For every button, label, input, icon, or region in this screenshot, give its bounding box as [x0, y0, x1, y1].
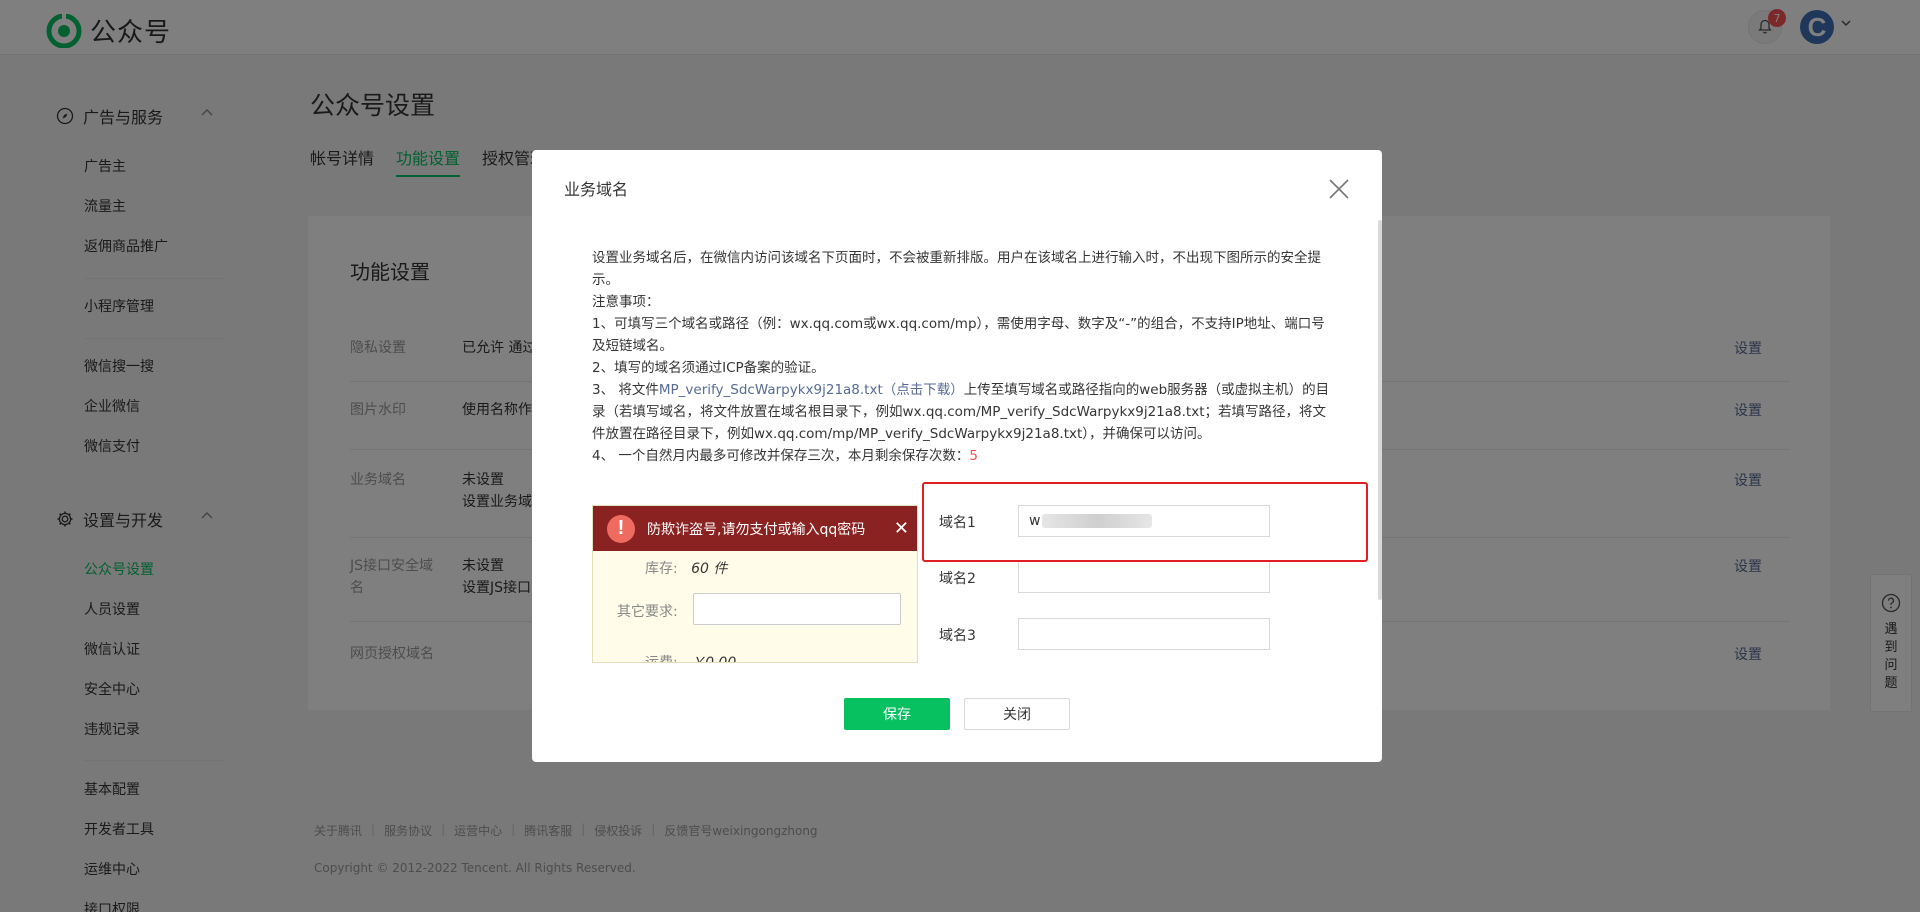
dialog-title: 业务域名: [564, 180, 629, 199]
domain3-label: 域名3: [939, 628, 976, 644]
other-req-field: [693, 593, 901, 625]
notes-heading: 注意事项：: [592, 294, 660, 310]
domain3-input[interactable]: [1018, 618, 1270, 650]
warning-text: 防欺诈盗号,请勿支付或输入qq密码: [647, 521, 866, 538]
warning-banner: ! 防欺诈盗号,请勿支付或输入qq密码 ✕: [593, 506, 917, 551]
close-icon[interactable]: [1326, 176, 1352, 202]
note-3: 3、 将文件MP_verify_SdcWarpykx9j21a8.txt（点击下…: [592, 382, 1330, 442]
domain2-label: 域名2: [939, 571, 976, 587]
shipping-row: 运费: ￥0.00: [645, 655, 737, 663]
dialog-instructions: 设置业务域名后，在微信内访问该域名下页面时，不会被重新排版。用户在该域名上进行输…: [592, 247, 1332, 467]
note-4: 4、 一个自然月内最多可修改并保存三次，本月剩余保存次数：5: [592, 448, 978, 464]
highlight-annotation: [922, 482, 1368, 562]
other-req-label: 其它要求:: [617, 604, 678, 620]
intro-text: 设置业务域名后，在微信内访问该域名下页面时，不会被重新排版。用户在该域名上进行输…: [592, 250, 1321, 288]
note-1: 1、可填写三个域名或路径（例：wx.qq.com或wx.qq.com/mp），需…: [592, 316, 1325, 354]
business-domain-dialog: 业务域名 设置业务域名后，在微信内访问该域名下页面时，不会被重新排版。用户在该域…: [532, 150, 1382, 762]
stock-row: 库存: 60 件: [645, 561, 728, 577]
verify-file-download-link[interactable]: MP_verify_SdcWarpykx9j21a8.txt（点击下载）: [659, 382, 964, 398]
remaining-saves-count: 5: [969, 448, 978, 464]
save-button[interactable]: 保存: [844, 698, 950, 730]
note-2: 2、填写的域名须通过ICP备案的验证。: [592, 360, 825, 376]
exclamation-icon: !: [607, 514, 635, 543]
close-button[interactable]: 关闭: [964, 698, 1070, 730]
dialog-scrollbar[interactable]: [1378, 220, 1382, 600]
security-warning-illustration: ! 防欺诈盗号,请勿支付或输入qq密码 ✕ 库存: 60 件 其它要求: 运费:…: [592, 505, 918, 663]
close-icon: ✕: [893, 518, 909, 539]
domain2-input[interactable]: [1018, 561, 1270, 593]
